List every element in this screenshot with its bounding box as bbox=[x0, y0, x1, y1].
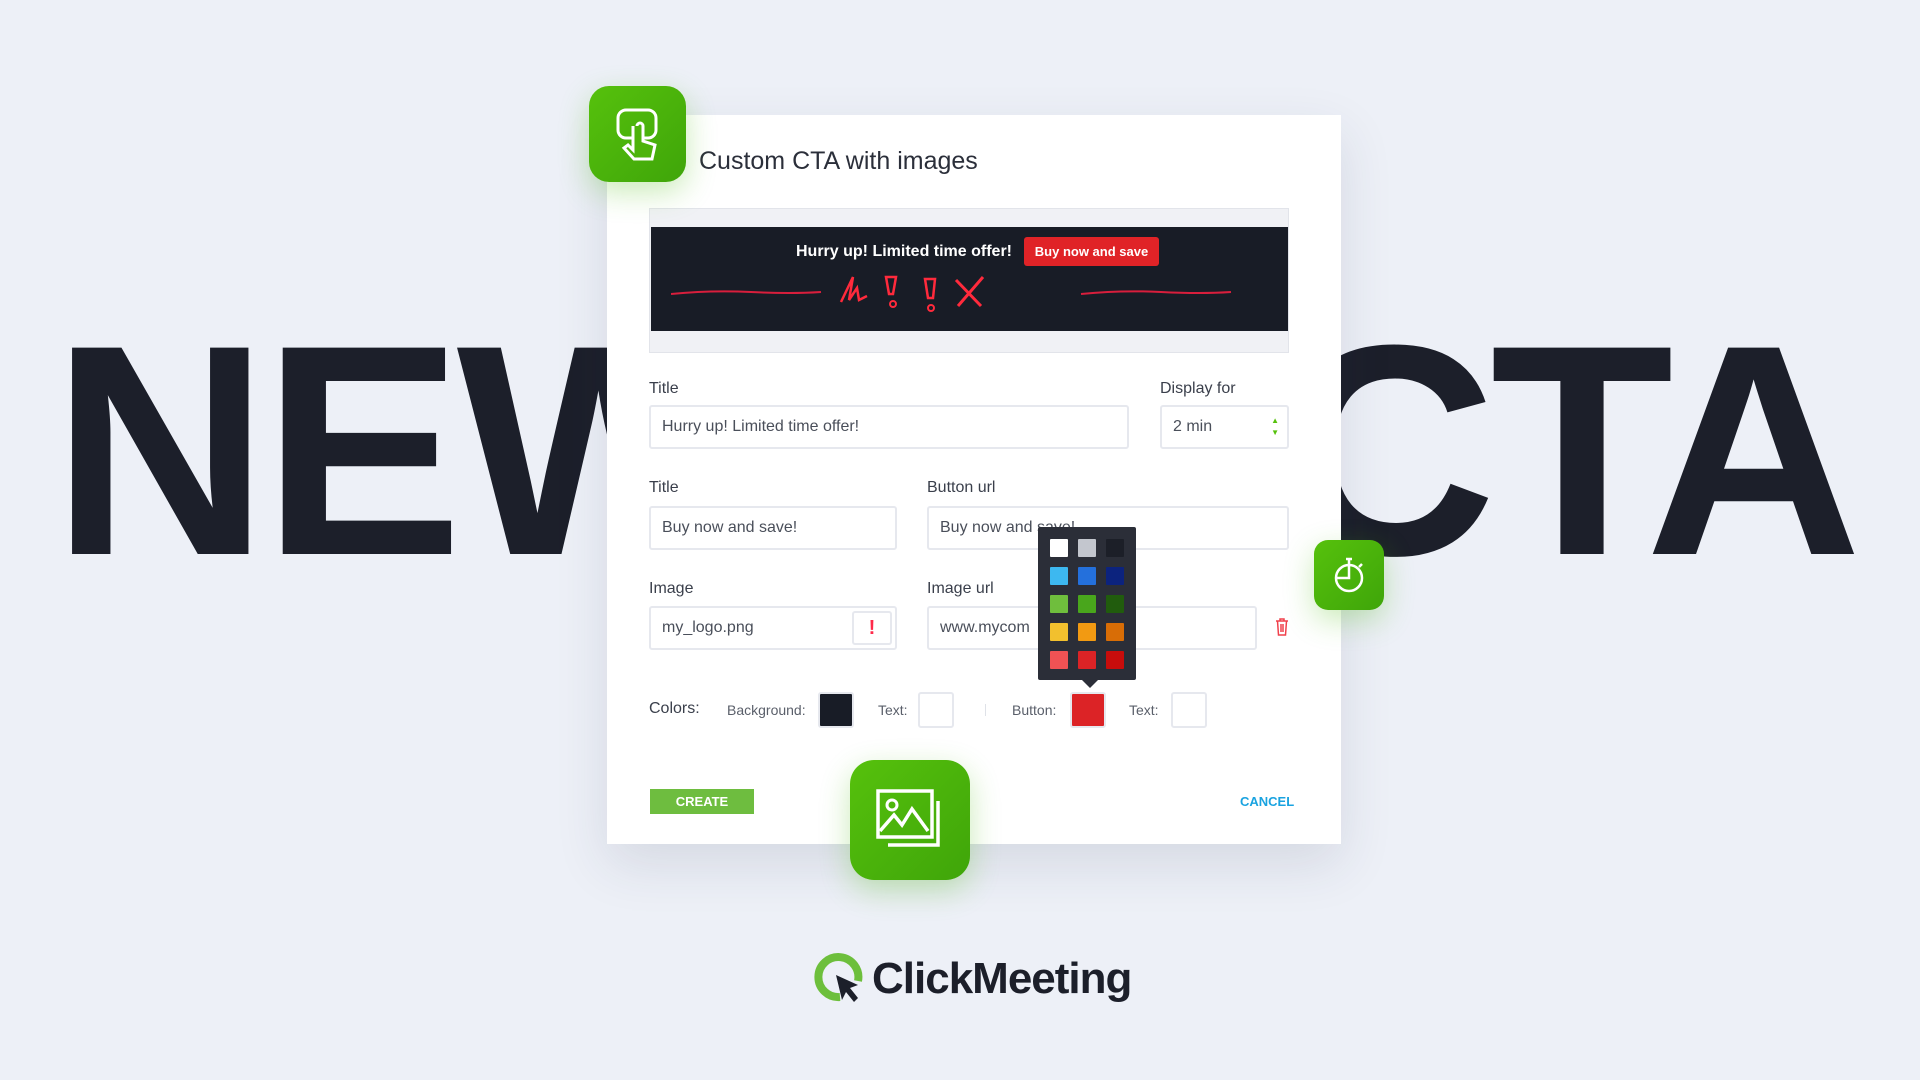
button-title-label: Title bbox=[649, 479, 679, 496]
image-label: Image bbox=[649, 580, 694, 597]
palette-swatch[interactable] bbox=[1078, 623, 1096, 641]
images-badge-icon bbox=[850, 760, 970, 880]
cta-dialog: Custom CTA with images Hurry up! Limited… bbox=[607, 115, 1341, 844]
title-label: Title bbox=[649, 380, 679, 397]
display-for-value: 2 min bbox=[1173, 418, 1213, 435]
preview-doodles bbox=[671, 275, 1232, 312]
title-input[interactable]: Hurry up! Limited time offer! bbox=[649, 405, 1129, 449]
pointer-hand-badge-icon bbox=[589, 86, 686, 182]
palette-swatch[interactable] bbox=[1106, 567, 1124, 585]
image-filename: my_logo.png bbox=[662, 619, 754, 636]
palette-swatch[interactable] bbox=[1106, 623, 1124, 641]
dialog-title: Custom CTA with images bbox=[699, 147, 978, 175]
palette-swatch[interactable] bbox=[1106, 595, 1124, 613]
palette-swatch[interactable] bbox=[1078, 651, 1096, 669]
cancel-button[interactable]: CANCEL bbox=[1240, 794, 1294, 809]
preview-button: Buy now and save bbox=[1024, 237, 1159, 266]
button-url-label: Button url bbox=[927, 479, 996, 496]
image-thumbnail-exclamation-icon[interactable]: ! bbox=[852, 611, 892, 645]
colors-divider bbox=[985, 704, 986, 716]
preview-headline: Hurry up! Limited time offer! bbox=[796, 243, 1013, 260]
create-button[interactable]: CREATE bbox=[650, 789, 754, 814]
palette-swatch[interactable] bbox=[1078, 567, 1096, 585]
clickmeeting-logo-icon bbox=[814, 953, 863, 1002]
button-color-swatch[interactable] bbox=[1070, 692, 1106, 728]
text-color-label: Text: bbox=[878, 702, 908, 718]
cta-preview: Hurry up! Limited time offer! Buy now an… bbox=[649, 208, 1289, 353]
colors-label: Colors: bbox=[649, 700, 700, 717]
palette-swatch[interactable] bbox=[1050, 539, 1068, 557]
stepper-arrows-icon[interactable]: ▲ ▼ bbox=[1271, 415, 1279, 439]
clickmeeting-logo: ClickMeeting bbox=[814, 953, 1132, 1005]
display-for-label: Display for bbox=[1160, 380, 1236, 397]
palette-swatch[interactable] bbox=[1078, 539, 1096, 557]
button-color-label: Button: bbox=[1012, 702, 1057, 718]
preview-banner: Hurry up! Limited time offer! Buy now an… bbox=[651, 227, 1288, 331]
trash-icon[interactable] bbox=[1274, 617, 1290, 637]
palette-swatch[interactable] bbox=[1050, 567, 1068, 585]
image-input[interactable]: my_logo.png ! bbox=[649, 606, 897, 650]
brand-name: ClickMeeting bbox=[872, 954, 1132, 1003]
palette-swatch[interactable] bbox=[1050, 651, 1068, 669]
button-text-color-swatch[interactable] bbox=[1171, 692, 1207, 728]
stopwatch-badge-icon bbox=[1314, 540, 1384, 610]
background-color-swatch[interactable] bbox=[818, 692, 854, 728]
button-text-color-label: Text: bbox=[1129, 702, 1159, 718]
button-title-input[interactable]: Buy now and save! bbox=[649, 506, 897, 550]
background-color-label: Background: bbox=[727, 702, 806, 718]
palette-swatch[interactable] bbox=[1050, 595, 1068, 613]
palette-swatch[interactable] bbox=[1078, 595, 1096, 613]
image-url-label: Image url bbox=[927, 580, 994, 597]
color-picker-popup bbox=[1038, 527, 1136, 688]
palette-swatch[interactable] bbox=[1106, 539, 1124, 557]
palette-swatch[interactable] bbox=[1106, 651, 1124, 669]
palette-swatch[interactable] bbox=[1050, 623, 1068, 641]
text-color-swatch[interactable] bbox=[918, 692, 954, 728]
display-for-stepper[interactable]: 2 min ▲ ▼ bbox=[1160, 405, 1289, 449]
